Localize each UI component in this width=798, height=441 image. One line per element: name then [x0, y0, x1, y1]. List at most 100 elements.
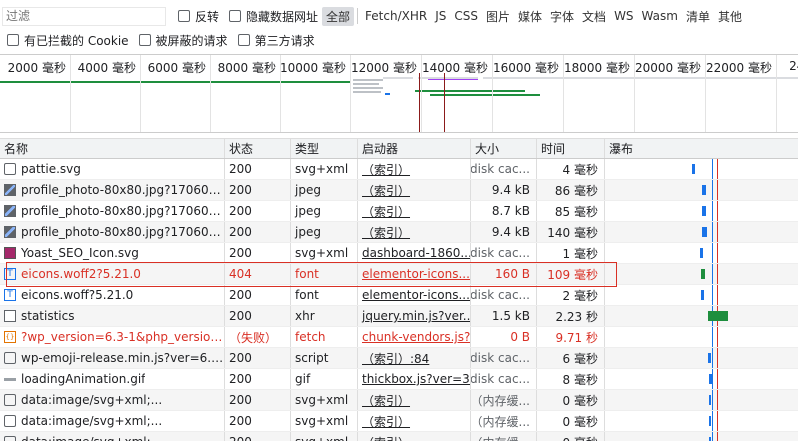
type-filter-media[interactable]: 媒体	[514, 7, 546, 26]
cell-name[interactable]: wp-emoji-release.min.js?ver=6.3.1	[0, 348, 225, 368]
cell-name[interactable]: profile_photo-80x80.jpg?1706048257	[0, 222, 225, 242]
filter-input[interactable]	[2, 6, 166, 26]
header-waterfall[interactable]: 瀑布	[605, 139, 798, 158]
cell-initiator[interactable]: dashboard-1860...	[358, 243, 471, 263]
cell-initiator[interactable]: （索引）	[358, 180, 471, 200]
type-filter-img[interactable]: 图片	[482, 7, 514, 26]
cell-name[interactable]: Teicons.woff2?5.21.0	[0, 264, 225, 284]
cell-name[interactable]: profile_photo-80x80.jpg?1706048252	[0, 180, 225, 200]
cell-initiator[interactable]: jquery.min.js?ver...	[358, 306, 471, 326]
cell-initiator[interactable]: （索引）:84	[358, 348, 471, 368]
initiator-link[interactable]: （索引）	[362, 413, 410, 430]
cell-name[interactable]: data:image/svg+xml;...	[0, 411, 225, 431]
cell-initiator[interactable]: elementor-icons....	[358, 285, 471, 305]
waterfall-load-line	[717, 264, 718, 284]
header-type[interactable]: 类型	[291, 139, 358, 158]
initiator-link[interactable]: elementor-icons....	[362, 267, 470, 281]
checkbox-box[interactable]	[229, 10, 242, 22]
blocked-requests-checkbox[interactable]: 被屏蔽的请求	[138, 32, 228, 49]
table-row[interactable]: loadingAnimation.gif 200 gif thickbox.js?ve…	[0, 369, 798, 390]
cell-initiator[interactable]: （索引）	[358, 222, 471, 242]
initiator-link[interactable]: thickbox.js?ver=3....	[362, 372, 470, 386]
type-filter-doc[interactable]: 文档	[578, 7, 610, 26]
initiator-link[interactable]: （索引）	[362, 161, 410, 178]
cell-name[interactable]: Yoast_SEO_Icon.svg	[0, 243, 225, 263]
table-row[interactable]: profile_photo-80x80.jpg?1706048252200jpe…	[0, 180, 798, 201]
waterfall-load-line	[717, 201, 718, 221]
type-filter-all[interactable]: 全部	[322, 6, 355, 26]
cell-initiator[interactable]: chunk-vendors.js?...	[358, 327, 471, 347]
header-initiator[interactable]: 启动器	[358, 139, 471, 158]
waterfall-load-line	[717, 411, 718, 431]
type-filter-ws[interactable]: WS	[610, 8, 637, 24]
cell-time: 6 毫秒	[537, 348, 605, 368]
table-row[interactable]: {} ?wp_version=6.3-1&php_version=7.4（失败）f…	[0, 327, 798, 348]
header-status[interactable]: 状态	[225, 139, 291, 158]
initiator-link[interactable]: dashboard-1860...	[362, 246, 470, 260]
table-row[interactable]: profile_photo-80x80.jpg?1706048257200jpe…	[0, 222, 798, 243]
blocked-cookies-checkbox[interactable]: 有已拦截的 Cookie	[7, 32, 129, 49]
initiator-link[interactable]: （索引）	[362, 392, 410, 409]
type-filter-wasm[interactable]: Wasm	[638, 8, 682, 24]
table-row[interactable]: wp-emoji-release.min.js?ver=6.3.1 200 scri…	[0, 348, 798, 369]
cell-time: 1 毫秒	[537, 243, 605, 263]
type-filter-other[interactable]: 其他	[714, 7, 746, 26]
cell-name[interactable]: data:image/svg+xml;...	[0, 390, 225, 410]
cell-initiator[interactable]: （索引）	[358, 159, 471, 179]
initiator-link[interactable]: chunk-vendors.js?...	[362, 330, 470, 344]
cell-name[interactable]: Teicons.woff?5.21.0	[0, 285, 225, 305]
cell-initiator[interactable]: （索引）	[358, 411, 471, 431]
initiator-link[interactable]: elementor-icons....	[362, 288, 470, 302]
type-filter-manifest[interactable]: 清单	[682, 7, 714, 26]
cell-initiator[interactable]: elementor-icons....	[358, 264, 471, 284]
table-row[interactable]: pattie.svg 200 svg+xml （索引） (disk cac... 4 毫秒	[0, 159, 798, 180]
table-row[interactable]: Teicons.woff?5.21.0 200 font elementor-icon…	[0, 285, 798, 306]
initiator-link[interactable]: （索引）	[362, 203, 410, 220]
cell-initiator[interactable]: （索引）	[358, 390, 471, 410]
type-filter-css[interactable]: CSS	[450, 8, 482, 24]
type-filter-font[interactable]: 字体	[546, 7, 578, 26]
header-time[interactable]: 时间	[537, 139, 605, 158]
cell-size: 9.4 kB	[471, 222, 537, 242]
cell-initiator[interactable]: （索引）	[358, 432, 471, 441]
cell-name[interactable]: loadingAnimation.gif	[0, 369, 225, 389]
table-row[interactable]: data:image/svg+xml;...200svg+xml（索引）（内存缓…	[0, 390, 798, 411]
cell-name[interactable]: pattie.svg	[0, 159, 225, 179]
invert-checkbox[interactable]: 反转	[178, 8, 219, 25]
overview-tick-label: 6000 毫秒	[147, 61, 206, 75]
overview-gray-bar	[383, 77, 413, 79]
cell-initiator[interactable]: （索引）	[358, 201, 471, 221]
initiator-link[interactable]: （索引）	[362, 224, 410, 241]
initiator-link[interactable]: （索引）:84	[362, 350, 429, 367]
initiator-link[interactable]: （索引）	[362, 434, 410, 441]
overview-tick-label: 240	[789, 59, 798, 73]
table-row[interactable]: statistics 200 xhr jquery.min.js?ver... 1.5 …	[0, 306, 798, 327]
cell-name[interactable]: statistics	[0, 306, 225, 326]
checkbox-box[interactable]	[237, 34, 250, 46]
timeline-overview[interactable]: 2000 毫秒 4000 毫秒 6000 毫秒 8000 毫秒 10000 毫秒 1200…	[0, 54, 798, 133]
checkbox-box[interactable]	[7, 34, 19, 46]
cell-initiator[interactable]: thickbox.js?ver=3....	[358, 369, 471, 389]
type-filter-js[interactable]: JS	[431, 8, 450, 24]
third-party-checkbox[interactable]: 第三方请求	[237, 32, 315, 49]
header-name[interactable]: 名称	[0, 139, 225, 158]
table-row[interactable]: profile_photo-80x80.jpg?1706048252200jpe…	[0, 201, 798, 222]
overview-green-bar	[415, 90, 525, 92]
header-size[interactable]: 大小	[471, 139, 537, 158]
checkbox-box[interactable]	[178, 10, 190, 22]
table-row[interactable]: Yoast_SEO_Icon.svg 200 svg+xml dashboard-18…	[0, 243, 798, 264]
type-filter-fetch-xhr[interactable]: Fetch/XHR	[361, 8, 431, 24]
cell-size: （内存缓...	[471, 390, 537, 410]
checkbox-box[interactable]	[138, 34, 151, 46]
waterfall-bar	[692, 164, 695, 174]
cell-name[interactable]: {} ?wp_version=6.3-1&php_version=7.4	[0, 327, 225, 347]
initiator-link[interactable]: jquery.min.js?ver...	[362, 309, 470, 323]
table-row[interactable]: data:image/svg+xml;...200svg+xml（索引）（内存缓…	[0, 432, 798, 441]
initiator-link[interactable]: （索引）	[362, 182, 410, 199]
cell-name[interactable]: data:image/svg+xml;...	[0, 432, 225, 441]
gif-file-icon	[4, 377, 16, 381]
cell-name[interactable]: profile_photo-80x80.jpg?1706048252	[0, 201, 225, 221]
table-row[interactable]: Teicons.woff2?5.21.0 404 font elementor-ico…	[0, 264, 798, 285]
table-row[interactable]: data:image/svg+xml;...200svg+xml（索引）（内存缓…	[0, 411, 798, 432]
hide-data-urls-checkbox[interactable]: 隐藏数据网址	[229, 8, 318, 25]
